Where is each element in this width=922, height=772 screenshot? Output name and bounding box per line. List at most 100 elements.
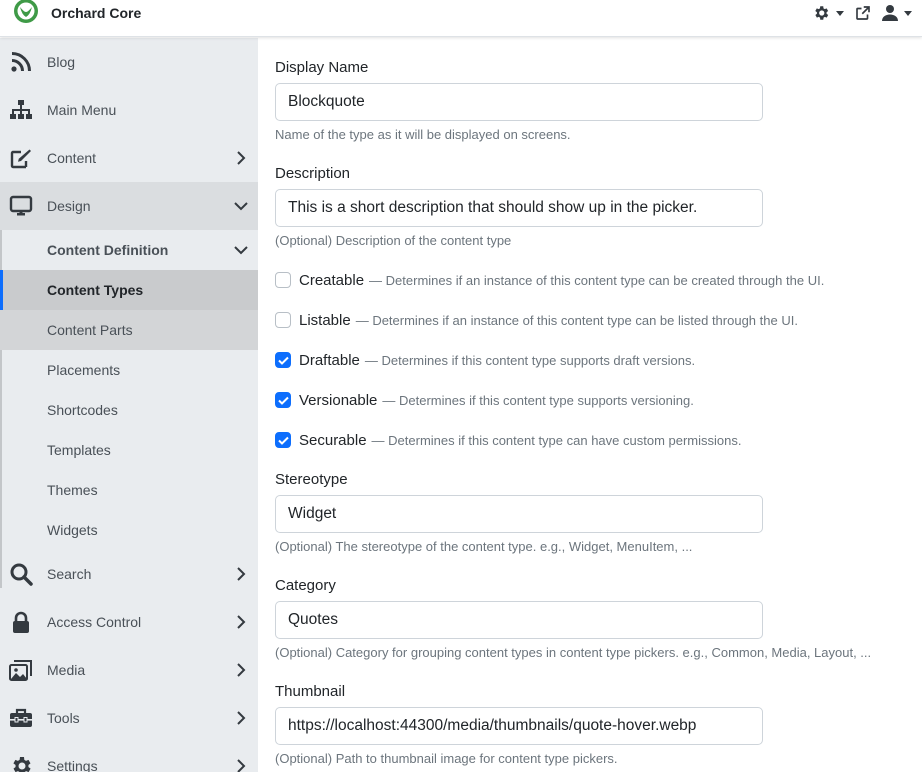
- creatable-checkbox[interactable]: [275, 272, 291, 288]
- draftable-checkbox[interactable]: [275, 352, 291, 368]
- sidebar-item-label: Search: [47, 566, 92, 582]
- listable-label[interactable]: Listable: [299, 312, 351, 329]
- orchard-logo-icon: [14, 0, 38, 23]
- chevron-right-icon: [237, 615, 246, 629]
- securable-option: Securable — Determines if this content t…: [275, 430, 741, 450]
- rss-icon: [11, 52, 31, 72]
- versionable-option: Versionable — Determines if this content…: [275, 390, 694, 410]
- versionable-help: — Determines if this content type suppor…: [382, 392, 694, 408]
- chevron-down-icon: [904, 10, 912, 16]
- versionable-checkbox[interactable]: [275, 392, 291, 408]
- sidebar-item-shortcodes[interactable]: Shortcodes: [0, 390, 258, 430]
- user-icon: [882, 5, 898, 21]
- sidebar-item-placements[interactable]: Placements: [0, 350, 258, 390]
- sidebar-item-label: Design: [47, 198, 91, 214]
- thumbnail-label: Thumbnail: [275, 683, 346, 700]
- sidebar-item-label: Widgets: [47, 522, 98, 538]
- stereotype-input[interactable]: Widget: [275, 495, 763, 533]
- draftable-label[interactable]: Draftable: [299, 352, 360, 369]
- sidebar-item-label: Content Definition: [47, 242, 169, 258]
- sidebar-item-label: Main Menu: [47, 102, 117, 118]
- chevron-down-icon: [836, 10, 844, 16]
- settings-gear-icon: [815, 6, 829, 20]
- securable-help: — Determines if this content type can ha…: [371, 432, 742, 448]
- stereotype-label: Stereotype: [275, 471, 348, 488]
- top-navbar: Orchard Core: [0, 0, 922, 37]
- sidebar-item-themes[interactable]: Themes: [0, 470, 258, 510]
- sidebar-item-search[interactable]: Search: [0, 550, 258, 598]
- brand[interactable]: Orchard Core: [11, 0, 141, 26]
- sidebar-item-access-control[interactable]: Access Control: [0, 598, 258, 646]
- external-link-icon: [856, 6, 870, 20]
- sidebar-item-label: Access Control: [47, 614, 142, 630]
- sidebar-item-content[interactable]: Content: [0, 134, 258, 182]
- gear-icon: [13, 757, 31, 772]
- checkmark-icon: [277, 396, 289, 405]
- lock-icon: [13, 611, 29, 633]
- thumbnail-input[interactable]: https://localhost:44300/media/thumbnails…: [275, 707, 763, 745]
- sidebar-group-content-definition[interactable]: Content Definition: [0, 230, 258, 270]
- app-title: Orchard Core: [51, 5, 142, 21]
- checkmark-icon: [277, 436, 289, 445]
- creatable-label[interactable]: Creatable: [299, 272, 364, 289]
- sidebar-item-widgets[interactable]: Widgets: [0, 510, 258, 550]
- securable-label[interactable]: Securable: [299, 432, 367, 449]
- display-name-label: Display Name: [275, 59, 369, 76]
- listable-checkbox[interactable]: [275, 312, 291, 328]
- chevron-down-icon: [234, 202, 248, 211]
- sidebar-item-label: Settings: [47, 758, 98, 772]
- draftable-help: — Determines if this content type suppor…: [364, 352, 696, 368]
- sidebar-item-label: Placements: [47, 362, 121, 378]
- sitemap-icon: [10, 100, 32, 119]
- draftable-option: Draftable — Determines if this content t…: [275, 350, 695, 370]
- stereotype-help: (Optional) The stereotype of the content…: [275, 539, 693, 554]
- sidebar-item-label: Media: [47, 662, 86, 678]
- description-help: (Optional) Description of the content ty…: [275, 233, 512, 248]
- chevron-right-icon: [237, 567, 246, 581]
- listable-option: Listable — Determines if an instance of …: [275, 310, 798, 330]
- sidebar-item-label: Blog: [47, 54, 76, 70]
- securable-checkbox[interactable]: [275, 432, 291, 448]
- sidebar-item-label: Tools: [47, 710, 80, 726]
- content-type-edit-form: Display Name Blockquote Name of the type…: [258, 38, 922, 772]
- category-help: (Optional) Category for grouping content…: [275, 645, 872, 660]
- category-input[interactable]: Quotes: [275, 601, 763, 639]
- user-menu-button[interactable]: [882, 4, 912, 22]
- sidebar-item-templates[interactable]: Templates: [0, 430, 258, 470]
- category-label: Category: [275, 577, 336, 594]
- chevron-right-icon: [237, 759, 246, 772]
- versionable-label[interactable]: Versionable: [299, 392, 377, 409]
- sidebar-item-settings[interactable]: Settings: [0, 742, 258, 772]
- toolbox-icon: [10, 708, 32, 727]
- display-name-input[interactable]: Blockquote: [275, 83, 763, 121]
- sidebar-item-design[interactable]: Design: [0, 182, 258, 230]
- sidebar-item-label: Content: [47, 150, 97, 166]
- sidebar-item-media[interactable]: Media: [0, 646, 258, 694]
- description-input[interactable]: This is a short description that should …: [275, 189, 763, 227]
- settings-menu-button[interactable]: [812, 4, 844, 22]
- desktop-icon: [9, 195, 33, 216]
- description-label: Description: [275, 165, 351, 182]
- chevron-right-icon: [237, 711, 246, 725]
- sidebar-item-label: Templates: [47, 442, 111, 458]
- thumbnail-help: (Optional) Path to thumbnail image for c…: [275, 751, 618, 766]
- chevron-right-icon: [237, 663, 246, 677]
- sidebar-item-main-menu[interactable]: Main Menu: [0, 86, 258, 134]
- admin-sidebar: Blog Main Menu Content Design Content De…: [0, 38, 258, 772]
- creatable-help: — Determines if an instance of this cont…: [369, 272, 825, 288]
- sidebar-item-label: Themes: [47, 482, 98, 498]
- sidebar-item-content-types[interactable]: Content Types: [0, 270, 258, 310]
- sidebar-item-blog[interactable]: Blog: [0, 38, 258, 86]
- listable-help: — Determines if an instance of this cont…: [355, 312, 798, 328]
- sidebar-item-content-parts[interactable]: Content Parts: [0, 310, 258, 350]
- sidebar-item-label: Content Types: [47, 282, 144, 298]
- chevron-down-icon: [234, 246, 248, 255]
- sidebar-item-tools[interactable]: Tools: [0, 694, 258, 742]
- creatable-option: Creatable — Determines if an instance of…: [275, 270, 824, 290]
- visit-site-button[interactable]: [854, 4, 872, 22]
- images-icon: [9, 660, 32, 681]
- sidebar-item-label: Shortcodes: [47, 402, 118, 418]
- edit-icon: [10, 149, 31, 169]
- chevron-right-icon: [237, 151, 246, 165]
- display-name-help: Name of the type as it will be displayed…: [275, 127, 571, 142]
